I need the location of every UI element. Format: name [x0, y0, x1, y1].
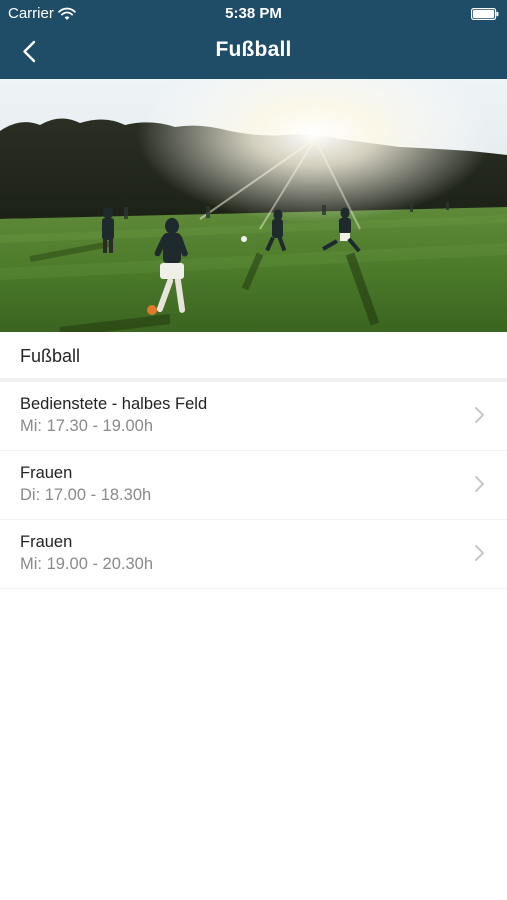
list-item[interactable]: Bedienstete - halbes Feld Mi: 17.30 - 19… — [0, 382, 507, 451]
status-bar: Carrier 5:38 PM — [0, 0, 507, 28]
status-time: 5:38 PM — [225, 5, 282, 22]
section-title: Fußball — [20, 346, 81, 366]
list-item[interactable]: Frauen Mi: 19.00 - 20.30h — [0, 520, 507, 589]
page-title: Fußball — [215, 38, 292, 61]
chevron-right-icon — [475, 476, 484, 492]
top-bar: Carrier 5:38 PM Fußball — [0, 0, 507, 79]
list-item-title: Frauen — [20, 464, 73, 482]
list-item[interactable]: Frauen Di: 17.00 - 18.30h — [0, 451, 507, 520]
soccer-field-photo — [0, 79, 507, 332]
list-item-title: Bedienstete - halbes Feld — [20, 395, 208, 413]
screen: Carrier 5:38 PM Fußball Fußball Bedienst… — [0, 0, 507, 900]
list-item-subtitle: Mi: 19.00 - 20.30h — [20, 555, 153, 573]
navigation-bar: Fußball — [0, 28, 507, 79]
schedule-list: Bedienstete - halbes Feld Mi: 17.30 - 19… — [0, 382, 507, 589]
hero-image — [0, 79, 507, 332]
list-item-title: Frauen — [20, 533, 73, 551]
chevron-right-icon — [475, 407, 484, 423]
list-item-subtitle: Mi: 17.30 - 19.00h — [20, 417, 153, 435]
section-header: Fußball — [0, 332, 507, 382]
battery-full-icon — [471, 8, 499, 20]
chevron-right-icon — [475, 545, 484, 561]
list-item-subtitle: Di: 17.00 - 18.30h — [20, 486, 152, 504]
